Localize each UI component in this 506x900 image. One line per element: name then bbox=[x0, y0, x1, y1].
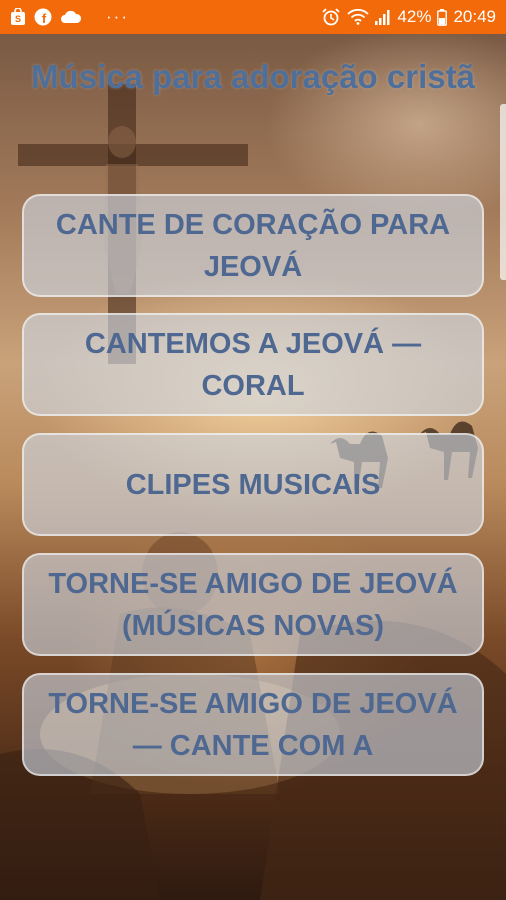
category-button-musicas-novas[interactable]: TORNE-SE AMIGO DE JEOVÁ (MÚSICAS NOVAS) bbox=[22, 553, 484, 656]
category-button-clipes-musicais[interactable]: CLIPES MUSICAIS bbox=[22, 433, 484, 536]
cloud-icon bbox=[60, 10, 82, 24]
shopping-bag-icon: S bbox=[10, 8, 26, 26]
category-button-cantemos-coral[interactable]: CANTEMOS A JEOVÁ — CORAL bbox=[22, 313, 484, 416]
status-bar: S f ··· 42% 20:49 bbox=[0, 0, 506, 34]
facebook-icon: f bbox=[34, 8, 52, 26]
svg-text:f: f bbox=[42, 11, 47, 26]
page-title: Música para adoração cristã bbox=[31, 58, 475, 95]
status-bar-right: 42% 20:49 bbox=[321, 7, 496, 27]
category-button-cante-com-a[interactable]: TORNE-SE AMIGO DE JEOVÁ — CANTE COM A bbox=[22, 673, 484, 776]
signal-icon bbox=[375, 9, 391, 25]
button-label: TORNE-SE AMIGO DE JEOVÁ — CANTE COM A bbox=[48, 687, 458, 762]
category-button-cante-de-coracao[interactable]: CANTE DE CORAÇÃO PARA JEOVÁ bbox=[22, 194, 484, 297]
alarm-icon bbox=[321, 8, 341, 26]
svg-text:S: S bbox=[15, 14, 21, 24]
button-label: TORNE-SE AMIGO DE JEOVÁ (MÚSICAS NOVAS) bbox=[48, 567, 458, 642]
status-bar-left: S f ··· bbox=[10, 7, 129, 27]
overflow-dots: ··· bbox=[106, 7, 129, 26]
button-label: CANTE DE CORAÇÃO PARA JEOVÁ bbox=[55, 208, 451, 283]
wifi-icon bbox=[347, 9, 370, 25]
clock: 20:49 bbox=[453, 7, 496, 26]
scrollbar-handle[interactable] bbox=[500, 104, 506, 280]
battery-icon bbox=[437, 8, 448, 26]
button-label: CLIPES MUSICAIS bbox=[125, 468, 381, 501]
battery-percent: 42% bbox=[397, 7, 432, 26]
button-label: CANTEMOS A JEOVÁ — CORAL bbox=[84, 327, 422, 402]
